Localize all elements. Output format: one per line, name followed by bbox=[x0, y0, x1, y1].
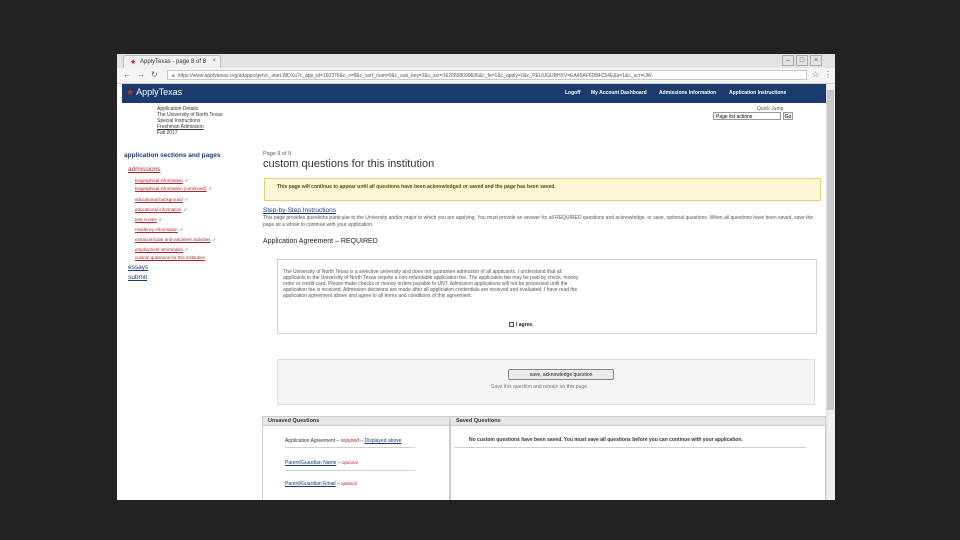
displayed-above-link[interactable]: Displayed above bbox=[365, 438, 402, 444]
unsaved-questions-header: Unsaved Questions bbox=[262, 416, 450, 426]
list-item: Parent/Guardian Email – optional bbox=[285, 481, 357, 487]
divider bbox=[285, 447, 415, 448]
divider bbox=[454, 447, 806, 448]
back-icon[interactable]: ← bbox=[123, 70, 131, 79]
forward-icon[interactable]: → bbox=[137, 70, 145, 79]
url-text: https://www.applytexas.org/adappc/gen/c_… bbox=[177, 73, 652, 79]
saved-questions-message: No custom questions have been saved. You… bbox=[469, 437, 743, 443]
tab-bar: ★ ApplyTexas - page 8 of 8 × – □ × bbox=[117, 54, 835, 68]
checkmark-icon: ✓ bbox=[158, 217, 163, 222]
sidebar-item-submit[interactable]: submit bbox=[128, 274, 147, 281]
sidebar-page-link[interactable]: educational background ✓ bbox=[135, 197, 189, 203]
sidebar-page-link[interactable]: biographical information ✓ bbox=[135, 178, 189, 184]
scrollbar-thumb[interactable] bbox=[827, 90, 834, 410]
intro-text: This page provides questions particular … bbox=[263, 215, 814, 228]
checkmark-icon: ✓ bbox=[212, 237, 217, 242]
optional-tag: optional bbox=[341, 481, 357, 486]
parent-guardian-email-link[interactable]: Parent/Guardian Email bbox=[285, 481, 336, 487]
lock-icon: 🔒︎ bbox=[172, 73, 175, 79]
tab-title: ApplyTexas - page 8 of 8 bbox=[140, 59, 207, 65]
applytexas-logo[interactable]: ★ ApplyTexas bbox=[126, 87, 182, 98]
list-item: Application Agreement – required – Displ… bbox=[285, 438, 402, 444]
page-title: custom questions for this institution bbox=[263, 158, 435, 170]
page-counter: Page 9 of 9 bbox=[263, 151, 292, 157]
app-info-line: Fall 2017 bbox=[157, 130, 178, 136]
sidebar-page-link[interactable]: educational information ✓ bbox=[135, 207, 187, 213]
parent-guardian-name-link[interactable]: Parent/Guardian Name bbox=[285, 460, 336, 466]
tab-close-icon[interactable]: × bbox=[212, 58, 216, 64]
applytexas-favicon-icon: ★ bbox=[130, 59, 137, 66]
sidebar-page-link-current[interactable]: custom questions for this institution bbox=[135, 255, 205, 260]
checkmark-icon: ✓ bbox=[208, 186, 213, 191]
question-label: Application Agreement bbox=[285, 438, 336, 444]
save-panel: save, acknowledge question Save this que… bbox=[277, 359, 815, 405]
site-header: ★ ApplyTexas Logoff My Account Dashboard … bbox=[122, 84, 827, 103]
save-hint: Save this question and remain on this pa… bbox=[491, 384, 589, 390]
checkmark-icon: ✓ bbox=[183, 207, 188, 212]
agreement-box: The University of North Texas is a selec… bbox=[277, 259, 817, 334]
checkmark-icon: ✓ bbox=[179, 227, 184, 232]
address-bar[interactable]: 🔒︎ https://www.applytexas.org/adappc/gen/… bbox=[167, 70, 807, 80]
sidebar-page-link[interactable]: biographical information (continued) ✓ bbox=[135, 186, 212, 192]
browser-tab[interactable]: ★ ApplyTexas - page 8 of 8 × bbox=[123, 55, 221, 68]
sidebar-page-link[interactable]: extracurricular and volunteer activities… bbox=[135, 237, 216, 243]
checkmark-icon: ✓ bbox=[184, 197, 189, 202]
star-icon[interactable]: ☆ bbox=[812, 70, 819, 79]
nav-application-instructions[interactable]: Application Instructions bbox=[729, 90, 786, 96]
sidebar-page-link[interactable]: test scores ✓ bbox=[135, 217, 163, 223]
sidebar-title: application sections and pages bbox=[124, 152, 221, 159]
minimize-icon[interactable]: – bbox=[782, 55, 794, 66]
agreement-text: The University of North Texas is a selec… bbox=[283, 269, 579, 299]
save-acknowledge-button[interactable]: save, acknowledge question bbox=[508, 369, 614, 380]
window-close-icon[interactable]: × bbox=[810, 55, 822, 66]
go-button[interactable]: Go bbox=[783, 112, 793, 120]
quick-jump-select[interactable]: Page list actions bbox=[713, 112, 781, 120]
list-item: Parent/Guardian Name – optional bbox=[285, 460, 358, 466]
texas-star-icon: ★ bbox=[126, 87, 135, 97]
agree-checkbox[interactable] bbox=[509, 322, 514, 328]
browser-toolbar: ← → ↻ 🔒︎ https://www.applytexas.org/adapp… bbox=[117, 68, 835, 84]
agree-label: I agree. bbox=[516, 322, 534, 328]
sidebar-item-admissions[interactable]: admissions bbox=[128, 166, 161, 173]
saved-questions-header: Saved Questions bbox=[450, 416, 826, 426]
optional-tag: optional bbox=[341, 460, 358, 465]
nav-account-dashboard[interactable]: My Account Dashboard bbox=[591, 90, 647, 96]
reload-icon[interactable]: ↻ bbox=[151, 70, 158, 79]
application-details: Application Details The University of No… bbox=[157, 106, 223, 136]
instructions-link[interactable]: Step-by-Step Instructions bbox=[263, 207, 336, 214]
checkmark-icon: ✓ bbox=[184, 178, 189, 183]
agree-checkbox-row[interactable]: I agree. bbox=[509, 322, 534, 328]
divider bbox=[285, 470, 415, 471]
sidebar-item-essays[interactable]: essays bbox=[128, 264, 148, 271]
required-tag: required bbox=[340, 438, 359, 444]
notice-banner: This page will continue to appear until … bbox=[264, 178, 821, 201]
sidebar-page-link[interactable]: residency information ✓ bbox=[135, 227, 184, 233]
sidebar-page-link[interactable]: employment information ✓ bbox=[135, 247, 189, 253]
nav-logoff[interactable]: Logoff bbox=[565, 90, 581, 96]
checkmark-icon: ✓ bbox=[185, 247, 189, 252]
agreement-heading: Application Agreement – REQUIRED bbox=[263, 238, 378, 245]
maximize-icon[interactable]: □ bbox=[796, 55, 808, 66]
nav-admissions-information[interactable]: Admissions Information bbox=[659, 90, 716, 96]
menu-icon[interactable]: ⋮ bbox=[824, 70, 832, 79]
browser-window: ★ ApplyTexas - page 8 of 8 × – □ × ← → ↻… bbox=[117, 54, 835, 500]
